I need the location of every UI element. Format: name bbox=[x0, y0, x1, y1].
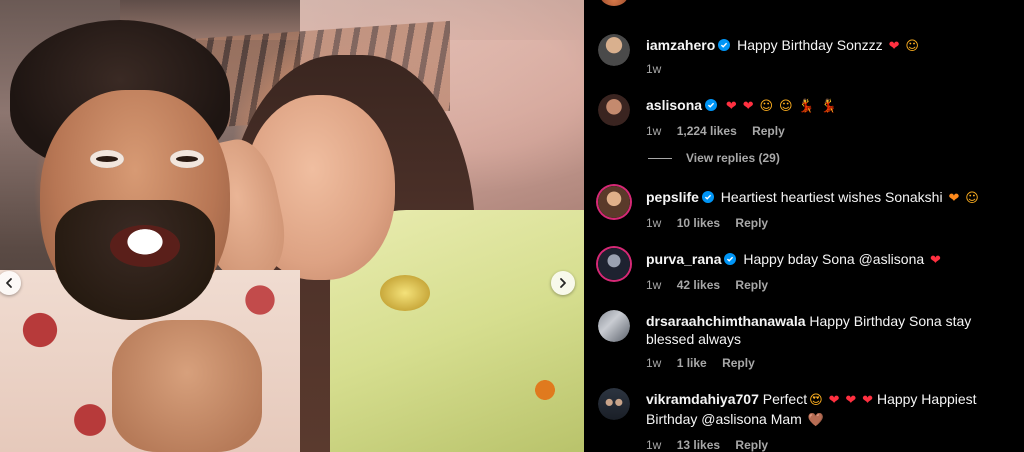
comment-likes[interactable]: 42 likes bbox=[677, 278, 720, 292]
avatar[interactable] bbox=[600, 0, 628, 6]
comment-likes[interactable]: 1,224 likes bbox=[677, 124, 737, 138]
comment-time[interactable]: 1w bbox=[646, 356, 661, 370]
comment-username[interactable]: purva_rana bbox=[646, 251, 721, 267]
comment-text: Happy bday Sona @aslisona bbox=[743, 251, 925, 267]
carousel-next-button[interactable] bbox=[551, 271, 575, 295]
verified-badge-icon bbox=[718, 39, 731, 51]
comment-text-prefix: Perfect bbox=[762, 391, 808, 407]
hugging-face-emoji: ☺ bbox=[759, 99, 774, 114]
dancer-emoji: 💃 bbox=[798, 99, 815, 114]
chevron-left-icon bbox=[6, 278, 12, 288]
comment-username[interactable]: aslisona bbox=[646, 97, 702, 113]
comment-time[interactable]: 1w bbox=[646, 216, 661, 230]
comment-text: Happy Birthday Sonzzz bbox=[737, 37, 883, 53]
comment-likes[interactable]: 13 likes bbox=[677, 438, 720, 452]
comment-text: Heartiest heartiest wishes Sonakshi bbox=[720, 189, 943, 205]
comment-time[interactable]: 1w bbox=[646, 124, 661, 138]
comment-likes[interactable]: 10 likes bbox=[677, 216, 720, 230]
comment-username[interactable]: iamzahero bbox=[646, 37, 715, 53]
heart-emoji: ❤ bbox=[862, 393, 874, 408]
photo-man-eye bbox=[170, 150, 204, 168]
hugging-face-emoji: ☺ bbox=[965, 191, 979, 206]
heart-emoji: ❤ bbox=[742, 99, 754, 114]
avatar[interactable] bbox=[598, 248, 630, 280]
photo-necklace bbox=[380, 275, 430, 311]
chevron-right-icon bbox=[560, 278, 566, 288]
comment-username[interactable]: pepslife bbox=[646, 189, 699, 205]
brown-heart-emoji: 🤎 bbox=[807, 413, 824, 428]
photo-man-mouth bbox=[110, 225, 180, 267]
hugging-face-emoji: ☺ bbox=[778, 99, 793, 114]
view-replies-button[interactable]: View replies (29) bbox=[648, 151, 780, 165]
comment-time[interactable]: 1w bbox=[646, 278, 661, 292]
photo-man-eye bbox=[90, 150, 124, 168]
reply-button[interactable]: Reply bbox=[735, 438, 768, 452]
verified-badge-icon bbox=[724, 253, 737, 265]
avatar[interactable] bbox=[598, 388, 630, 420]
smiling-face-emoji: ☺ bbox=[905, 39, 919, 54]
reply-button[interactable]: Reply bbox=[735, 216, 768, 230]
comment-likes[interactable]: 1 like bbox=[677, 356, 707, 370]
replies-dash bbox=[648, 157, 672, 159]
avatar[interactable] bbox=[598, 34, 630, 66]
avatar[interactable] bbox=[598, 186, 630, 218]
avatar[interactable] bbox=[598, 310, 630, 342]
comment-time[interactable]: 1w bbox=[646, 62, 661, 76]
comment-username[interactable]: vikramdahiya707 bbox=[646, 391, 759, 407]
comment-username[interactable]: drsaraahchimthanawala bbox=[646, 313, 806, 329]
post-photo[interactable] bbox=[0, 0, 584, 452]
dancer-emoji: 💃 bbox=[820, 99, 837, 114]
reply-button[interactable]: Reply bbox=[735, 278, 768, 292]
verified-badge-icon bbox=[701, 191, 714, 203]
heart-emoji: ❤ bbox=[845, 393, 857, 408]
comments-panel[interactable]: iamzahero Happy Birthday Sonzzz ❤ ☺ 1w a… bbox=[584, 0, 1024, 452]
heart-emoji: ❤ bbox=[725, 99, 737, 114]
avatar[interactable] bbox=[598, 94, 630, 126]
heart-eyes-emoji: 😍 bbox=[809, 393, 823, 408]
reply-button[interactable]: Reply bbox=[752, 124, 785, 138]
orange-heart-emoji: ❤ bbox=[948, 191, 960, 206]
reply-button[interactable]: Reply bbox=[722, 356, 755, 370]
heart-emoji: ❤ bbox=[888, 39, 900, 54]
view-replies-label: View replies (29) bbox=[686, 151, 780, 165]
heart-emoji: ❤ bbox=[828, 393, 840, 408]
photo-man-hand bbox=[112, 320, 262, 452]
comment-time[interactable]: 1w bbox=[646, 438, 661, 452]
heart-emoji: ❤ bbox=[930, 253, 941, 268]
verified-badge-icon bbox=[705, 99, 718, 111]
